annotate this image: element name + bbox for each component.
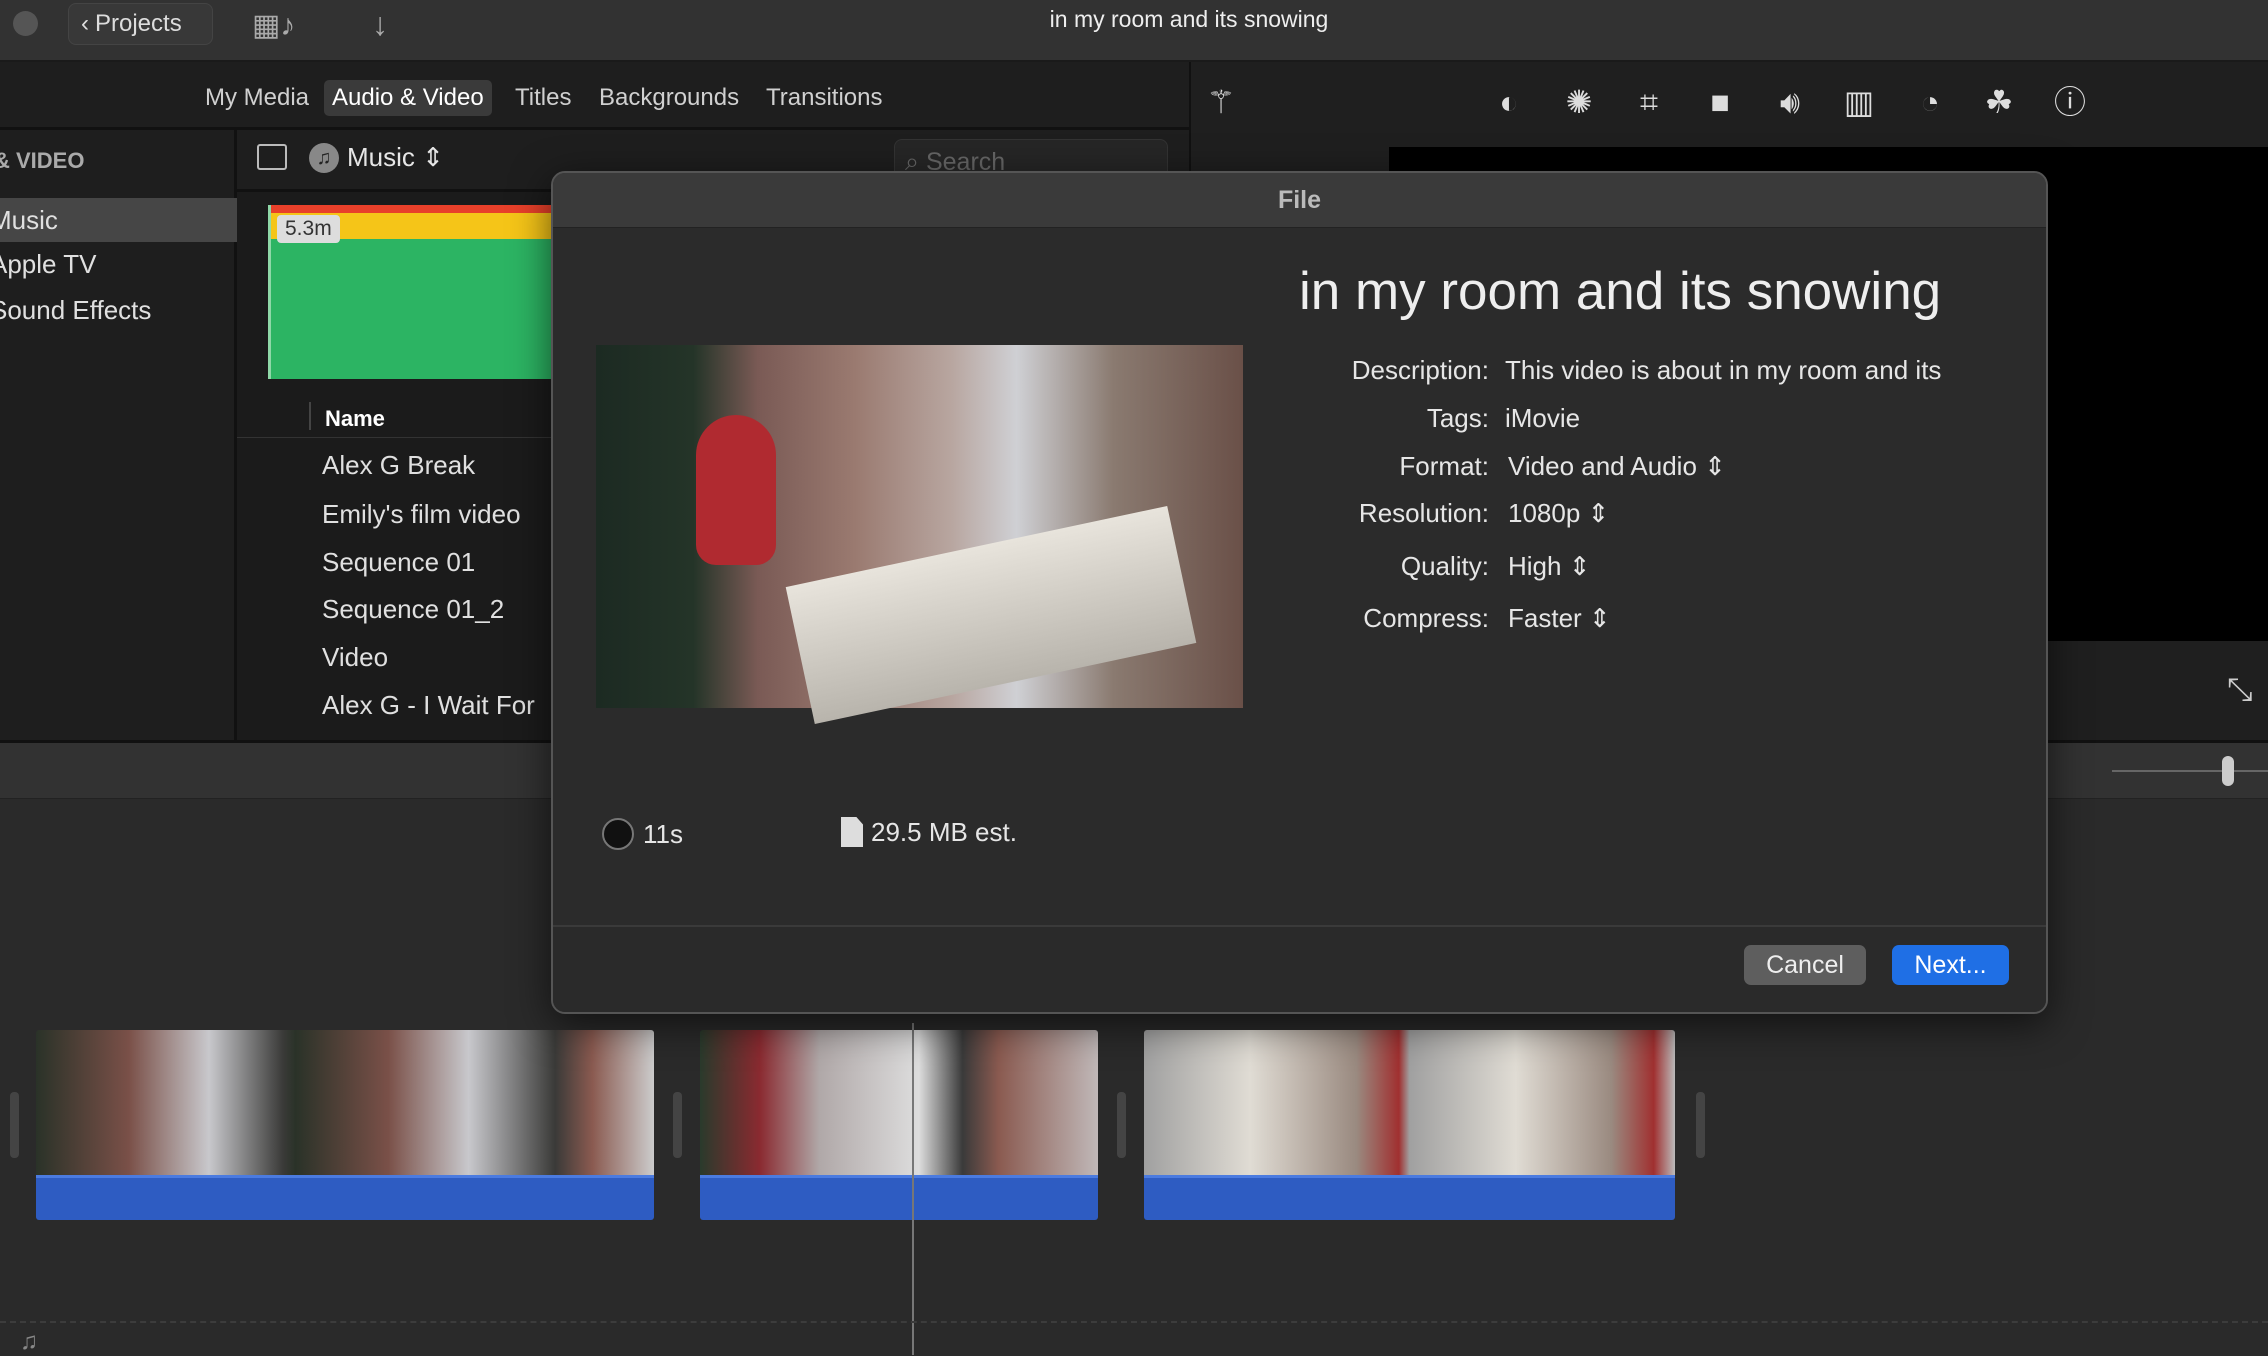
column-header-name[interactable]: Name [325,406,385,432]
quality-popup[interactable]: High ⇕ [1508,551,1591,582]
sidebar-item-music[interactable]: Music [0,198,237,242]
timeline-clip[interactable] [36,1030,654,1220]
tab-audio-video[interactable]: Audio & Video [324,80,492,116]
audio-waveform [1144,1175,1675,1220]
duration-text: 11s [643,819,683,849]
music-track-divider [0,1321,2268,1323]
tab-my-media[interactable]: My Media [197,80,317,116]
magic-wand-icon[interactable]: ⚚ [1201,82,1241,122]
zoom-slider-handle[interactable] [2222,756,2234,786]
dialog-footer: Cancel Next... [553,925,2046,1012]
resolution-label: Resolution: [1358,498,1489,528]
cancel-button[interactable]: Cancel [1744,945,1866,985]
source-popup[interactable]: Music ⇕ [347,142,444,173]
description-field[interactable]: This video is about in my room and its [1505,355,1941,386]
next-button[interactable]: Next... [1892,945,2009,985]
project-title[interactable]: in my room and its snowing [1299,261,1941,322]
crop-icon[interactable]: ⌗ [1629,82,1669,122]
file-icon [841,817,863,847]
tab-transitions[interactable]: Transitions [758,80,890,116]
sidebar-item-sound-effects[interactable]: Sound Effects [0,288,237,332]
format-popup[interactable]: Video and Audio ⇕ [1508,451,1726,482]
list-item[interactable]: Sequence 01 [322,547,475,578]
timeline-clip[interactable] [1144,1030,1675,1220]
list-item[interactable]: Alex G Break [322,450,475,481]
file-size-text: 29.5 MB est. [871,817,1017,847]
video-preview-image [596,345,1243,725]
resolution-popup[interactable]: 1080p ⇕ [1508,498,1609,529]
timeline-clip[interactable] [700,1030,1098,1220]
fullscreen-icon[interactable]: ⤡ [2227,671,2253,709]
volume-icon[interactable]: 🔊︎ [1770,82,1810,122]
up-down-chevron-icon: ⇕ [1588,603,1611,633]
list-item[interactable]: Video [322,642,388,673]
compress-popup[interactable]: Faster ⇕ [1508,603,1611,634]
browser-tabs: My Media Audio & Video Titles Background… [0,62,1189,130]
music-note-icon: ♫ [309,143,339,173]
stabilization-icon[interactable]: ■ [1700,82,1740,122]
up-down-chevron-icon: ⇕ [1704,451,1726,481]
tab-backgrounds[interactable]: Backgrounds [591,80,747,116]
transition-handle[interactable] [673,1092,682,1158]
color-balance-icon[interactable]: ◐ [1489,82,1529,122]
library-sidebar: & VIDEO Music Apple TV Sound Effects [0,130,237,740]
audio-waveform [36,1175,654,1220]
sidebar-toggle-icon[interactable] [257,144,287,170]
equalizer-icon[interactable]: ▥ [1839,82,1879,122]
quality-label: Quality: [1400,551,1489,581]
sidebar-header: & VIDEO [0,148,85,173]
compress-label: Compress: [1363,603,1489,633]
tab-titles[interactable]: Titles [507,80,579,116]
share-file-dialog: File in my room and its snowing Descript… [551,171,2048,1014]
tags-field[interactable]: iMovie [1505,403,1580,434]
speed-icon[interactable]: ◔ [1910,82,1950,122]
transition-handle[interactable] [1696,1092,1705,1158]
music-waveform-thumbnail[interactable]: 5.3m [268,205,558,379]
transition-handle[interactable] [10,1092,19,1158]
duration-badge: 5.3m [277,215,340,243]
up-down-chevron-icon: ⇕ [1568,551,1591,581]
description-label: Description: [1351,355,1489,385]
color-palette-icon[interactable]: ✺ [1559,82,1599,122]
sidebar-item-apple-tv[interactable]: Apple TV [0,242,237,286]
zoom-slider[interactable] [2112,770,2268,772]
list-item[interactable]: Alex G - I Wait For [322,690,535,721]
up-down-chevron-icon: ⇕ [1587,498,1610,528]
info-icon[interactable]: ⓘ [2050,82,2090,122]
format-label: Format: [1399,451,1489,481]
clock-icon [602,818,634,850]
clip-filter-icon[interactable]: ☘ [1979,82,2019,122]
playhead[interactable] [912,1023,914,1355]
audio-waveform [700,1175,1098,1220]
adjustments-toolbar: ⚚ ◐ ✺ ⌗ ■ 🔊︎ ▥ ◔ ☘ ⓘ [1189,62,2268,147]
transition-handle[interactable] [1117,1092,1126,1158]
list-item[interactable]: Emily's film video [322,499,521,530]
list-item[interactable]: Sequence 01_2 [322,594,504,625]
title-bar: ‹ Projects ▦♪ ↓ in my room and its snowin… [0,0,2268,62]
dialog-header: File [553,173,2046,228]
window-title: in my room and its snowing [1049,6,1329,32]
tags-label: Tags: [1426,403,1489,433]
